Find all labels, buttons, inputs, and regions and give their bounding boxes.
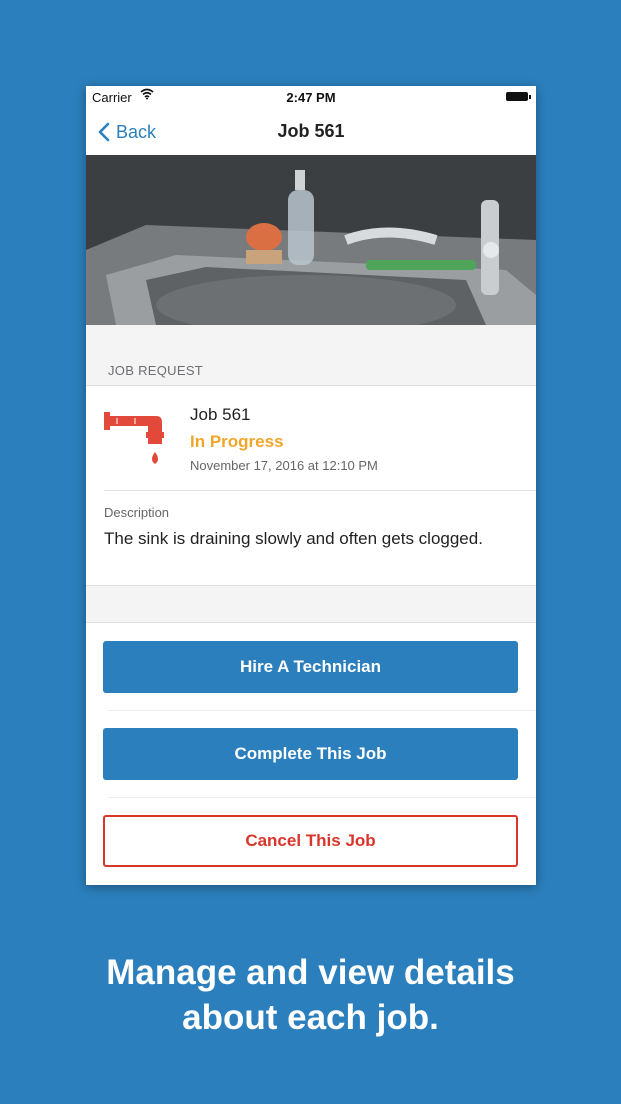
- divider: [108, 710, 536, 711]
- divider: [108, 797, 536, 798]
- status-badge: In Progress: [190, 432, 284, 451]
- status-time: 2:47 PM: [286, 90, 336, 105]
- job-photo: [86, 155, 536, 325]
- divider: [104, 490, 536, 491]
- complete-job-button[interactable]: Complete This Job: [103, 728, 518, 780]
- faucet-drip-icon: [104, 408, 170, 475]
- actions-panel: Hire A Technician Complete This Job Canc…: [86, 622, 536, 885]
- caption-line-2: about each job.: [182, 998, 439, 1037]
- navigation-bar: Back Job 561: [86, 108, 536, 155]
- status-bar: Carrier 2:47 PM: [86, 86, 536, 108]
- description-label: Description: [104, 505, 170, 520]
- battery-icon: [506, 92, 531, 101]
- caption-line-1: Manage and view details: [106, 953, 515, 992]
- job-date: November 17, 2016 at 12:10 PM: [190, 458, 378, 473]
- marketing-caption: Manage and view details about each job.: [0, 950, 621, 1040]
- job-title: Job 561: [190, 405, 251, 424]
- page-title: Job 561: [277, 121, 345, 141]
- job-request-card: Job 561 In Progress November 17, 2016 at…: [86, 385, 536, 586]
- phone-screen: Carrier 2:47 PM Back Job 561 JOB REQUEST…: [86, 86, 536, 885]
- cancel-job-button[interactable]: Cancel This Job: [103, 815, 518, 867]
- hire-technician-button[interactable]: Hire A Technician: [103, 641, 518, 693]
- section-header: JOB REQUEST: [108, 363, 204, 378]
- description-text: The sink is draining slowly and often ge…: [104, 529, 483, 548]
